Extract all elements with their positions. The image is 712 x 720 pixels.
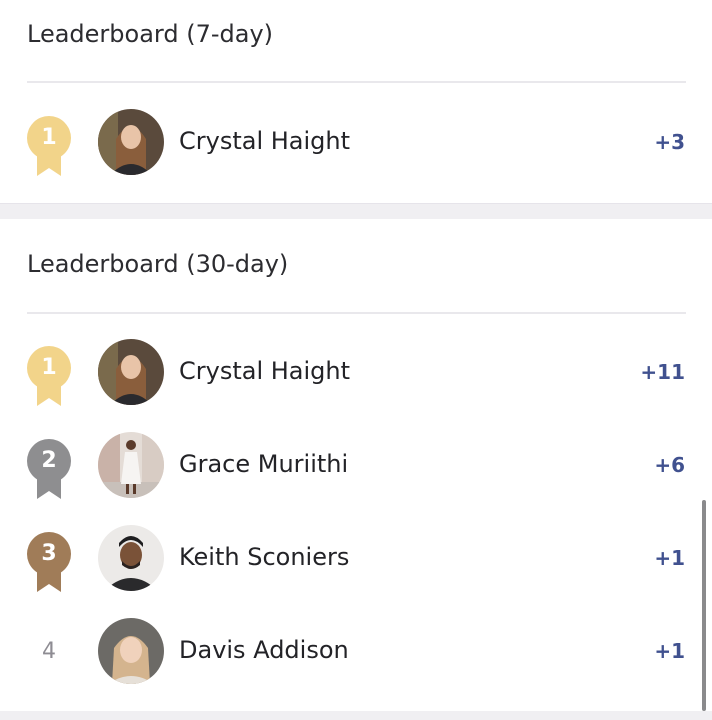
player-name: Crystal Haight [179, 357, 351, 385]
leaderboard-row[interactable]: 3 Keith Sconiers +1 [0, 518, 712, 598]
leaderboard-row[interactable]: 4 Davis Addison +1 [0, 611, 712, 691]
rank-number: 1 [41, 125, 57, 150]
rank-number: 1 [41, 355, 57, 380]
rank-number: 4 [42, 639, 56, 664]
player-name: Davis Addison [179, 636, 349, 664]
leaderboard-30day-title: Leaderboard (30-day) [27, 250, 289, 278]
leaderboard-7day-title: Leaderboard (7-day) [27, 20, 274, 48]
player-score: +1 [654, 546, 685, 570]
leaderboard-30day-card: Leaderboard (30-day) 1 Crystal Haight +1… [0, 219, 712, 711]
divider [27, 312, 686, 314]
avatar-keith [98, 525, 164, 591]
player-score: +6 [654, 453, 685, 477]
player-score: +1 [654, 639, 685, 663]
player-name: Keith Sconiers [179, 543, 350, 571]
player-score: +11 [640, 360, 685, 384]
divider [27, 81, 686, 83]
avatar-crystal [98, 339, 164, 405]
bronze-medal-icon: 3 [25, 532, 73, 594]
section-separator [0, 203, 712, 204]
leaderboard-row[interactable]: 1 Crystal Haight +3 [0, 102, 712, 182]
rank-number: 3 [41, 541, 57, 566]
gold-medal-icon: 1 [25, 116, 73, 178]
avatar-grace [98, 432, 164, 498]
player-name: Grace Muriithi [179, 450, 349, 478]
avatar-crystal [98, 109, 164, 175]
rank-number: 2 [41, 448, 57, 473]
leaderboard-page: Leaderboard (7-day) 1 Crystal Haight +3 … [0, 0, 712, 720]
player-name: Crystal Haight [179, 127, 351, 155]
leaderboard-7day-card: Leaderboard (7-day) 1 Crystal Haight +3 [0, 0, 712, 203]
player-score: +3 [654, 130, 685, 154]
gold-medal-icon: 1 [25, 346, 73, 408]
silver-medal-icon: 2 [25, 439, 73, 501]
leaderboard-row[interactable]: 1 Crystal Haight +11 [0, 332, 712, 412]
leaderboard-row[interactable]: 2 Grace Muriithi +6 [0, 425, 712, 505]
avatar-davis [98, 618, 164, 684]
scrollbar[interactable] [702, 500, 706, 711]
